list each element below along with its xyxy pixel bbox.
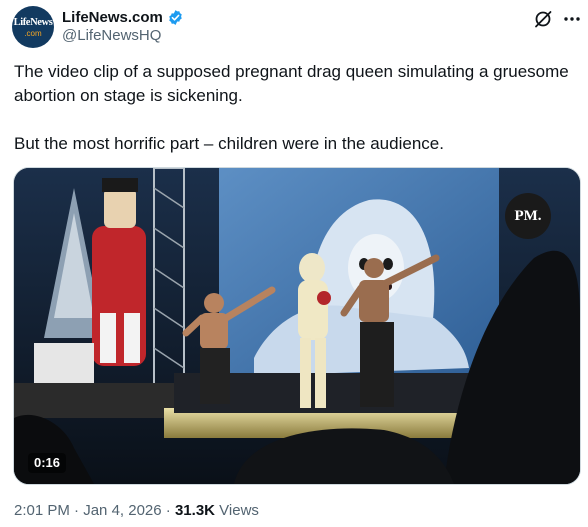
views-label: Views [219, 502, 259, 519]
avatar[interactable]: LifeNews .com [12, 6, 54, 48]
author-name[interactable]: LifeNews.com [62, 9, 163, 26]
author-handle[interactable]: @LifeNewsHQ [62, 27, 161, 44]
tweet-date[interactable]: Jan 4, 2026 [83, 502, 161, 519]
views-count: 31.3K [174, 502, 215, 519]
video-thumbnail [14, 168, 580, 484]
tweet-text: The video clip of a supposed pregnant dr… [14, 60, 574, 156]
verified-badge-icon [169, 9, 182, 25]
meta-separator: · [165, 502, 171, 519]
publisher-watermark: PM. [505, 193, 551, 239]
tweet-paragraph: The video clip of a supposed pregnant dr… [14, 62, 569, 105]
tweet-meta: 2:01 PM · Jan 4, 2026 · 31.3K Views [14, 502, 259, 519]
tweet-time[interactable]: 2:01 PM [14, 502, 70, 519]
video-player[interactable]: PM. 0:16 [13, 167, 581, 485]
video-duration: 0:16 [28, 453, 67, 473]
avatar-logo-subtext: .com [24, 29, 42, 38]
author-name-row: LifeNews.com [62, 7, 184, 27]
more-options-icon[interactable] [562, 9, 582, 29]
tweet-paragraph: But the most horrific part – children we… [14, 134, 444, 153]
grok-icon[interactable] [533, 9, 553, 29]
avatar-logo-text: LifeNews [13, 17, 53, 28]
meta-separator: · [74, 502, 80, 519]
